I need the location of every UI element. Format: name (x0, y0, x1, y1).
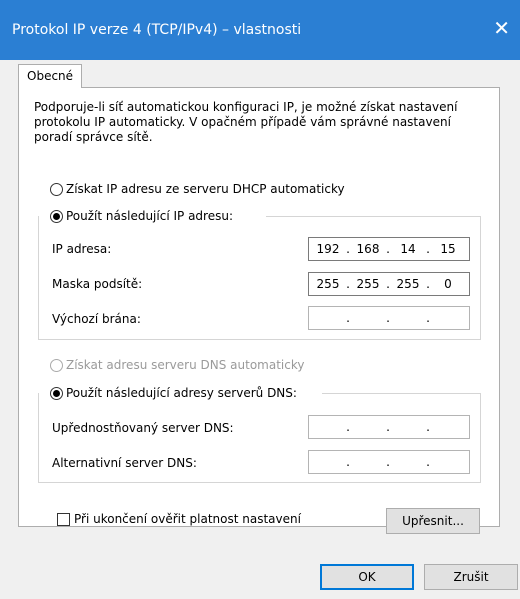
subnet-mask-field[interactable]: 255 . 255 . 255 . 0 (308, 272, 470, 296)
subnet-mask-label: Maska podsítě: (52, 277, 143, 291)
ip-octet-3: 14 (400, 242, 416, 256)
radio-ip-manual-label[interactable]: Použít následující IP adresu: (66, 209, 237, 223)
radio-dns-auto-label[interactable]: Získat adresu serveru DNS automaticky (66, 358, 304, 372)
title-bar: Protokol IP verze 4 (TCP/IPv4) – vlastno… (0, 0, 520, 60)
alternate-dns-label: Alternativní server DNS: (52, 456, 197, 470)
dot-separator: . (426, 420, 430, 434)
description-text: Podporuje-li síť automatickou konfigurac… (34, 100, 458, 144)
mask-octet-1: 255 (316, 277, 340, 291)
window-title: Protokol IP verze 4 (TCP/IPv4) – vlastno… (12, 22, 302, 38)
validate-checkbox-label[interactable]: Při ukončení ověřit platnost nastavení (74, 512, 301, 526)
radio-ip-auto-label[interactable]: Získat IP adresu ze serveru DHCP automat… (66, 182, 345, 196)
gateway-label: Výchozí brána: (52, 312, 141, 326)
cancel-button[interactable]: Zrušit (424, 564, 518, 590)
tab-general-label: Obecné (27, 69, 74, 83)
ip-address-label: IP adresa: (52, 242, 112, 256)
dot-separator: . (346, 420, 350, 434)
mask-octet-2: 255 (356, 277, 380, 291)
close-icon[interactable]: ✕ (493, 18, 510, 38)
dot-separator: . (346, 311, 350, 325)
mask-octet-4: 0 (444, 277, 452, 291)
radio-ip-manual[interactable] (50, 210, 63, 223)
advanced-button[interactable]: Upřesnit... (386, 508, 480, 534)
ok-button[interactable]: OK (320, 564, 414, 590)
radio-dns-manual-label[interactable]: Použít následující adresy serverů DNS: (66, 386, 301, 400)
gateway-field[interactable]: . . . (308, 306, 470, 330)
mask-octet-3: 255 (396, 277, 420, 291)
dot-separator: . (386, 311, 390, 325)
dot-separator: . (426, 311, 430, 325)
ip-octet-2: 168 (356, 242, 380, 256)
dot-separator: . (386, 420, 390, 434)
radio-dns-auto[interactable] (50, 359, 63, 372)
alternate-dns-field[interactable]: . . . (308, 450, 470, 474)
preferred-dns-label: Upřednostňovaný server DNS: (52, 421, 234, 435)
dot-separator: . (426, 455, 430, 469)
ip-octet-1: 192 (316, 242, 340, 256)
ip-octet-4: 15 (440, 242, 456, 256)
preferred-dns-field[interactable]: . . . (308, 415, 470, 439)
ip-address-field[interactable]: 192 . 168 . 14 . 15 (308, 237, 470, 261)
validate-checkbox[interactable] (57, 513, 70, 526)
dot-separator: . (386, 455, 390, 469)
radio-dns-manual[interactable] (50, 387, 63, 400)
radio-ip-auto[interactable] (50, 183, 63, 196)
dot-separator: . (346, 455, 350, 469)
tab-general[interactable]: Obecné (18, 64, 82, 88)
